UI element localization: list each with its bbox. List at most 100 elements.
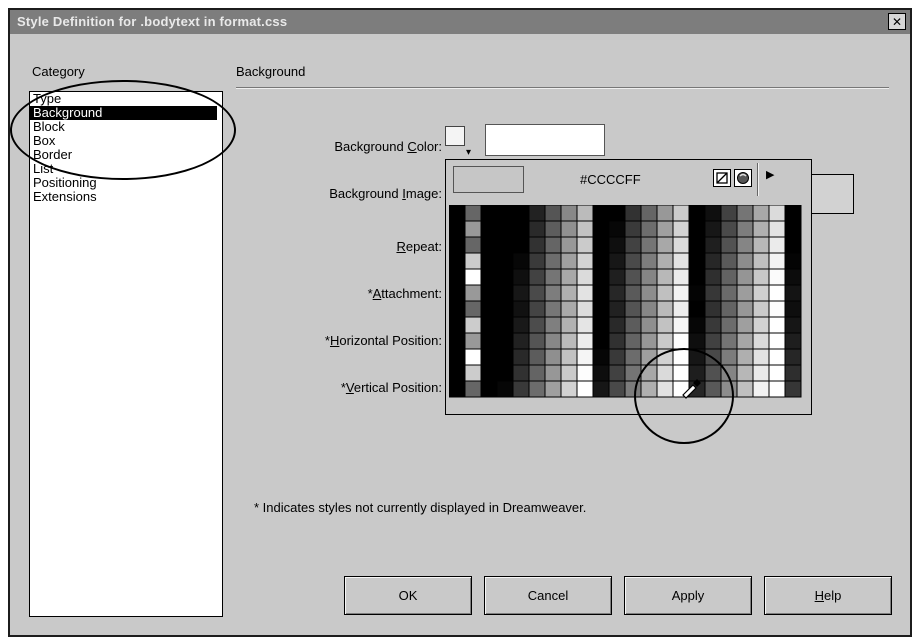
color-swatch[interactable] bbox=[544, 348, 562, 366]
color-swatch[interactable] bbox=[592, 284, 610, 302]
color-swatch[interactable] bbox=[752, 364, 770, 382]
color-swatch[interactable] bbox=[768, 268, 786, 286]
color-swatch[interactable] bbox=[768, 205, 786, 222]
color-swatch[interactable] bbox=[528, 220, 546, 238]
color-swatch[interactable] bbox=[464, 236, 482, 254]
color-swatch[interactable] bbox=[784, 252, 802, 270]
color-swatch[interactable] bbox=[752, 348, 770, 366]
color-swatch[interactable] bbox=[768, 364, 786, 382]
color-swatch[interactable] bbox=[449, 332, 466, 350]
color-swatch[interactable] bbox=[736, 332, 754, 350]
color-swatch[interactable] bbox=[784, 316, 802, 334]
color-swatch[interactable] bbox=[624, 236, 642, 254]
color-swatch[interactable] bbox=[704, 268, 722, 286]
color-swatch[interactable] bbox=[608, 252, 626, 270]
color-swatch[interactable] bbox=[608, 205, 626, 222]
color-swatch[interactable] bbox=[736, 348, 754, 366]
color-swatch[interactable] bbox=[464, 284, 482, 302]
color-swatch[interactable] bbox=[704, 236, 722, 254]
color-swatch[interactable] bbox=[640, 236, 658, 254]
color-swatch[interactable] bbox=[624, 300, 642, 318]
color-swatch[interactable] bbox=[449, 380, 466, 398]
color-swatch[interactable] bbox=[688, 348, 706, 366]
color-swatch[interactable] bbox=[592, 268, 610, 286]
color-swatch[interactable] bbox=[720, 332, 738, 350]
color-swatch[interactable] bbox=[704, 220, 722, 238]
color-swatch[interactable] bbox=[576, 268, 594, 286]
color-swatch[interactable] bbox=[736, 364, 754, 382]
color-swatch[interactable] bbox=[464, 252, 482, 270]
color-swatch[interactable] bbox=[640, 380, 658, 398]
color-swatch[interactable] bbox=[752, 316, 770, 334]
color-swatch[interactable] bbox=[608, 316, 626, 334]
color-swatch[interactable] bbox=[480, 364, 498, 382]
color-swatch[interactable] bbox=[736, 205, 754, 222]
color-swatch[interactable] bbox=[544, 300, 562, 318]
color-swatch[interactable] bbox=[704, 364, 722, 382]
color-swatch[interactable] bbox=[449, 252, 466, 270]
color-swatch[interactable] bbox=[768, 332, 786, 350]
color-swatch[interactable] bbox=[528, 364, 546, 382]
color-swatch[interactable] bbox=[656, 284, 674, 302]
color-swatch[interactable] bbox=[768, 300, 786, 318]
color-swatch[interactable] bbox=[768, 380, 786, 398]
color-swatch[interactable] bbox=[528, 284, 546, 302]
color-swatch[interactable] bbox=[736, 220, 754, 238]
color-swatch[interactable] bbox=[576, 332, 594, 350]
color-swatch[interactable] bbox=[464, 332, 482, 350]
color-swatch[interactable] bbox=[560, 236, 578, 254]
color-swatch[interactable] bbox=[752, 252, 770, 270]
color-swatch[interactable] bbox=[688, 364, 706, 382]
color-swatch[interactable] bbox=[720, 268, 738, 286]
color-swatch[interactable] bbox=[624, 252, 642, 270]
color-swatch[interactable] bbox=[784, 300, 802, 318]
apply-button[interactable]: Apply bbox=[624, 576, 752, 615]
category-item-block[interactable]: Block bbox=[30, 120, 222, 134]
color-swatch[interactable] bbox=[720, 380, 738, 398]
color-swatch[interactable] bbox=[768, 316, 786, 334]
color-swatch[interactable] bbox=[464, 300, 482, 318]
color-swatch[interactable] bbox=[656, 252, 674, 270]
color-swatch[interactable] bbox=[560, 332, 578, 350]
color-swatch[interactable] bbox=[704, 300, 722, 318]
color-swatch[interactable] bbox=[752, 220, 770, 238]
color-swatch[interactable] bbox=[560, 268, 578, 286]
color-swatch[interactable] bbox=[704, 332, 722, 350]
color-swatch[interactable] bbox=[784, 220, 802, 238]
color-swatch[interactable] bbox=[688, 252, 706, 270]
color-swatch[interactable] bbox=[464, 364, 482, 382]
color-swatch[interactable] bbox=[480, 205, 498, 222]
color-swatch[interactable] bbox=[576, 348, 594, 366]
color-swatch[interactable] bbox=[512, 205, 530, 222]
color-swatch[interactable] bbox=[528, 332, 546, 350]
color-swatch[interactable] bbox=[528, 380, 546, 398]
color-swatch[interactable] bbox=[720, 364, 738, 382]
color-swatch[interactable] bbox=[704, 316, 722, 334]
color-swatch[interactable] bbox=[624, 348, 642, 366]
color-swatch[interactable] bbox=[624, 364, 642, 382]
color-swatch[interactable] bbox=[768, 252, 786, 270]
color-swatch[interactable] bbox=[512, 380, 530, 398]
color-swatch[interactable] bbox=[640, 284, 658, 302]
color-swatch[interactable] bbox=[704, 205, 722, 222]
color-swatch[interactable] bbox=[528, 348, 546, 366]
color-swatch[interactable] bbox=[784, 332, 802, 350]
color-swatch[interactable] bbox=[656, 205, 674, 222]
color-swatch[interactable] bbox=[592, 380, 610, 398]
color-swatch[interactable] bbox=[672, 252, 690, 270]
color-swatch[interactable] bbox=[496, 332, 514, 350]
color-swatch[interactable] bbox=[672, 220, 690, 238]
category-item-type[interactable]: Type bbox=[30, 92, 222, 106]
color-swatch[interactable] bbox=[449, 316, 466, 334]
color-swatch[interactable] bbox=[464, 220, 482, 238]
color-swatch[interactable] bbox=[560, 220, 578, 238]
color-swatch[interactable] bbox=[544, 284, 562, 302]
background-color-swatch[interactable] bbox=[445, 126, 465, 146]
category-item-extensions[interactable]: Extensions bbox=[30, 190, 222, 204]
category-list[interactable]: Type Background Block Box Border List Po… bbox=[29, 91, 223, 617]
color-swatch[interactable] bbox=[608, 220, 626, 238]
color-swatch[interactable] bbox=[688, 284, 706, 302]
color-swatch[interactable] bbox=[624, 205, 642, 222]
color-swatch[interactable] bbox=[544, 364, 562, 382]
color-swatch[interactable] bbox=[464, 268, 482, 286]
